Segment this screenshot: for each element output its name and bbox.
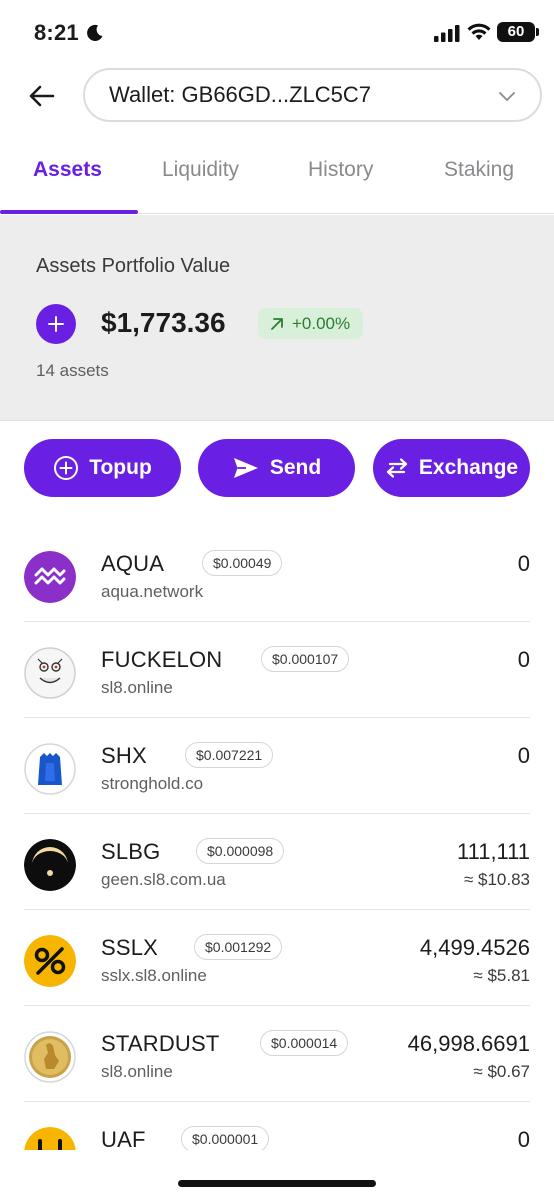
- percent-logo-icon: [24, 935, 76, 987]
- asset-symbol: STARDUST: [101, 1031, 220, 1056]
- portfolio-summary: Assets Portfolio Value $1,773.36 +0.00% …: [0, 215, 554, 421]
- chevron-down-icon: [499, 92, 515, 101]
- asset-usd-value: ≈ $0.67: [473, 1062, 530, 1081]
- eclipse-logo-icon: [24, 839, 76, 891]
- asset-balance: 46,998.6691: [407, 1031, 530, 1056]
- topup-label: Topup: [89, 456, 152, 479]
- cellular-signal-icon: [434, 25, 460, 42]
- battery-icon: 60: [497, 22, 539, 42]
- tab-liquidity[interactable]: Liquidity: [162, 158, 239, 182]
- asset-balance: 111,111: [457, 839, 530, 864]
- asset-domain: stronghold.co: [101, 774, 204, 793]
- send-button[interactable]: Send: [198, 439, 355, 497]
- topup-button[interactable]: Topup: [24, 439, 181, 497]
- asset-balance: 0: [517, 551, 530, 576]
- change-badge: +0.00%: [258, 308, 364, 339]
- asset-row-uaf[interactable]: UAF $0.000001 0: [24, 1102, 530, 1150]
- asset-price-tag: $0.000098: [196, 838, 285, 864]
- aqua-logo-icon: [24, 551, 76, 603]
- asset-balance: 0: [517, 1127, 530, 1150]
- wallet-label: Wallet: GB66GD...ZLC5C7: [109, 82, 372, 107]
- asset-symbol: SHX: [101, 743, 147, 768]
- gold-coin-logo-icon: [24, 1031, 76, 1083]
- tab-staking[interactable]: Staking: [444, 158, 514, 182]
- meme-face-logo-icon: [24, 647, 76, 699]
- exchange-label: Exchange: [418, 456, 519, 479]
- arrow-up-right-icon: [271, 317, 283, 330]
- asset-row-fuckelon[interactable]: FUCKELON $0.000107 sl8.online 0: [24, 622, 530, 718]
- tab-assets[interactable]: Assets: [33, 158, 102, 182]
- exchange-button[interactable]: Exchange: [373, 439, 530, 497]
- asset-symbol: FUCKELON: [101, 647, 223, 672]
- plus-circle-icon: [54, 456, 79, 480]
- change-percent: +0.00%: [292, 313, 351, 333]
- asset-row-sslx[interactable]: SSLX $0.001292 sslx.sl8.online 4,499.452…: [24, 910, 530, 1006]
- asset-row-shx[interactable]: SHX $0.007221 stronghold.co 0: [24, 718, 530, 814]
- asset-row-aqua[interactable]: AQUA $0.00049 aqua.network 0: [24, 526, 530, 622]
- wifi-icon: [467, 23, 491, 40]
- status-time: 8:21: [34, 20, 79, 45]
- asset-balance: 0: [517, 743, 530, 768]
- asset-balance: 4,499.4526: [419, 935, 530, 960]
- active-tab-indicator: [0, 210, 138, 214]
- stronghold-logo-icon: [24, 743, 76, 795]
- asset-price-tag: $0.001292: [194, 934, 283, 960]
- asset-symbol: UAF: [101, 1127, 146, 1150]
- asset-domain: sl8.online: [101, 1062, 173, 1081]
- asset-domain: aqua.network: [101, 582, 204, 601]
- asset-row-slbg[interactable]: SLBG $0.000098 geen.sl8.com.ua 111,111 ≈…: [24, 814, 530, 910]
- asset-balance: 0: [517, 647, 530, 672]
- home-indicator: [178, 1180, 376, 1187]
- asset-symbol: AQUA: [101, 551, 165, 576]
- asset-price-tag: $0.000001: [181, 1126, 270, 1150]
- asset-price-tag: $0.000014: [260, 1030, 349, 1056]
- send-label: Send: [269, 456, 322, 479]
- back-button[interactable]: [22, 78, 62, 114]
- exchange-arrows-icon: [386, 458, 407, 478]
- asset-price-tag: $0.00049: [202, 550, 283, 576]
- asset-usd-value: ≈ $10.83: [463, 870, 530, 889]
- asset-price-tag: $0.000107: [261, 646, 350, 672]
- tab-bar: Assets Liquidity History Staking: [0, 140, 554, 214]
- arrow-left-icon: [29, 85, 55, 107]
- asset-usd-value: ≈ $5.81: [473, 966, 530, 985]
- send-icon: [233, 458, 258, 478]
- uaf-logo-icon: [24, 1127, 76, 1150]
- tab-history[interactable]: History: [308, 158, 373, 182]
- status-bar: 8:21 60: [0, 0, 554, 64]
- asset-domain: sl8.online: [101, 678, 173, 697]
- asset-domain: sslx.sl8.online: [101, 966, 207, 985]
- asset-symbol: SLBG: [101, 839, 161, 864]
- asset-symbol: SSLX: [101, 935, 159, 960]
- wallet-selector[interactable]: Wallet: GB66GD...ZLC5C7: [83, 68, 542, 122]
- asset-list: AQUA $0.00049 aqua.network 0 FUCKELON $0…: [24, 526, 530, 1150]
- asset-count: 14 assets: [36, 361, 109, 380]
- asset-row-stardust[interactable]: STARDUST $0.000014 sl8.online 46,998.669…: [24, 1006, 530, 1102]
- portfolio-title: Assets Portfolio Value: [36, 255, 231, 277]
- moon-icon: [87, 24, 103, 41]
- add-asset-button[interactable]: [36, 304, 76, 344]
- plus-icon: [48, 316, 64, 332]
- portfolio-value: $1,773.36: [101, 307, 226, 338]
- asset-price-tag: $0.007221: [185, 742, 274, 768]
- asset-domain: geen.sl8.com.ua: [101, 870, 226, 889]
